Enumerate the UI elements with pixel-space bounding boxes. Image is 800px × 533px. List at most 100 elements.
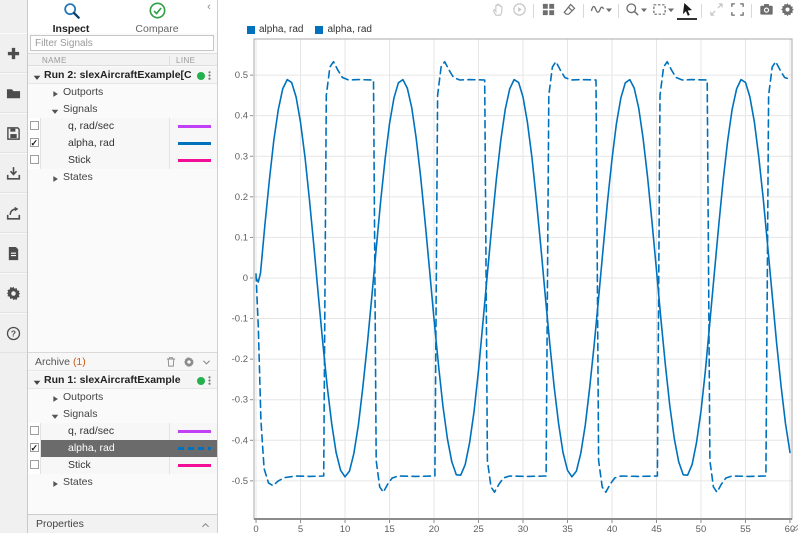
tree-group-row[interactable]: Signals <box>28 101 217 118</box>
archive-header[interactable]: Archive (1) <box>28 352 217 371</box>
svg-text:25: 25 <box>473 524 484 533</box>
signal-row[interactable]: q, rad/sec <box>28 118 217 135</box>
replay-icon <box>509 2 529 20</box>
pan-hand-icon <box>488 2 508 20</box>
run-header-row[interactable]: Run 2: slexAircraftExample[Current] <box>28 67 217 84</box>
signal-checkbox[interactable] <box>30 155 39 164</box>
signal-line-swatch <box>178 125 211 128</box>
tree-group-row[interactable]: States <box>28 169 217 186</box>
signal-line-swatch <box>178 447 211 450</box>
collapse-panel-icon[interactable]: ‹ <box>203 1 215 13</box>
caret-collapsed-icon[interactable] <box>50 88 60 98</box>
properties-bar[interactable]: Properties <box>28 514 217 533</box>
dropdown-caret-icon <box>668 4 674 16</box>
svg-text:35: 35 <box>562 524 573 533</box>
layout-grid-icon[interactable] <box>538 2 558 20</box>
signal-wave-icon[interactable] <box>588 2 614 20</box>
signal-label: Stick <box>68 152 91 169</box>
svg-text:?: ? <box>11 328 16 338</box>
column-line: LINE <box>169 56 195 65</box>
archive-count: (1) <box>73 356 86 368</box>
toolbar-separator <box>751 4 752 18</box>
settings-gear-icon[interactable] <box>777 2 797 20</box>
signal-checkbox[interactable] <box>30 426 39 435</box>
tree-group-row[interactable]: States <box>28 474 217 491</box>
signal-line-swatch <box>178 464 211 467</box>
svg-text:-0.1: -0.1 <box>232 314 248 325</box>
tab-compare[interactable]: Compare <box>114 0 200 33</box>
toolbar-separator <box>583 4 584 18</box>
filter-signals-input[interactable] <box>30 35 214 51</box>
eraser-icon[interactable] <box>559 2 579 20</box>
add-icon[interactable] <box>0 33 27 73</box>
caret-expanded-icon[interactable] <box>32 376 42 386</box>
signal-browser-panel: Inspect Compare ‹ NAME LINE Run 2: slexA… <box>28 0 218 533</box>
open-folder-icon[interactable] <box>0 73 27 113</box>
signal-row[interactable]: ✓ alpha, rad <box>28 440 217 457</box>
signal-row[interactable]: Stick <box>28 457 217 474</box>
signal-plot[interactable]: 0510152025303540455055600.50.40.30.20.10… <box>219 22 800 533</box>
caret-collapsed-icon[interactable] <box>50 393 60 403</box>
tree-group-row[interactable]: Outports <box>28 389 217 406</box>
signal-row[interactable]: Stick <box>28 152 217 169</box>
run-title: Run 1: slexAircraftExample <box>44 372 191 389</box>
signal-checkbox[interactable] <box>30 460 39 469</box>
svg-text:0.5: 0.5 <box>235 70 248 81</box>
svg-text:-0.2: -0.2 <box>232 354 248 365</box>
svg-text:-0.5: -0.5 <box>232 476 248 487</box>
zoom-icon[interactable] <box>623 2 649 20</box>
group-label: States <box>63 474 93 491</box>
signal-row[interactable]: ✓ alpha, rad <box>28 135 217 152</box>
group-label: Outports <box>63 389 103 406</box>
svg-text:0: 0 <box>253 524 258 533</box>
export-icon[interactable] <box>0 193 27 233</box>
run2-tree: Run 2: slexAircraftExample[Current] Outp… <box>28 67 217 186</box>
compare-check-icon <box>149 2 166 22</box>
dropdown-caret-icon <box>606 4 612 16</box>
svg-text:15: 15 <box>384 524 395 533</box>
caret-expanded-icon[interactable] <box>50 105 60 115</box>
signal-checkbox[interactable]: ✓ <box>30 138 39 147</box>
svg-text:50: 50 <box>696 524 707 533</box>
help-icon[interactable]: ? <box>0 313 27 353</box>
left-toolstrip: ? <box>0 0 28 533</box>
import-icon[interactable] <box>0 153 27 193</box>
svg-text:30: 30 <box>518 524 529 533</box>
caret-expanded-icon[interactable] <box>50 410 60 420</box>
run-header-row[interactable]: Run 1: slexAircraftExample <box>28 372 217 389</box>
tree-group-row[interactable]: Signals <box>28 406 217 423</box>
run-title: Run 2: slexAircraftExample[Current] <box>44 67 191 84</box>
resize-grip[interactable] <box>791 524 799 532</box>
fit-to-view-icon[interactable] <box>650 2 676 20</box>
tree-group-row[interactable]: Outports <box>28 84 217 101</box>
toolbar-separator <box>618 4 619 18</box>
report-icon[interactable] <box>0 233 27 273</box>
svg-text:10: 10 <box>340 524 351 533</box>
archive-label: Archive <box>35 356 70 368</box>
fullscreen-icon[interactable] <box>727 2 747 20</box>
toolbar-separator <box>533 4 534 18</box>
toolbar-separator <box>701 4 702 18</box>
run1-tree: Run 1: slexAircraftExample Outports Sign… <box>28 372 217 491</box>
signal-row[interactable]: q, rad/sec <box>28 423 217 440</box>
save-icon[interactable] <box>0 113 27 153</box>
signal-label: Stick <box>68 457 91 474</box>
caret-expanded-icon[interactable] <box>32 71 42 81</box>
group-label: Signals <box>63 406 97 423</box>
chart-toolbar <box>488 0 797 21</box>
caret-collapsed-icon[interactable] <box>50 173 60 183</box>
signal-checkbox[interactable] <box>30 121 39 130</box>
svg-text:45: 45 <box>651 524 662 533</box>
preferences-gear-icon[interactable] <box>0 273 27 313</box>
svg-text:0.2: 0.2 <box>235 192 248 203</box>
signal-checkbox[interactable]: ✓ <box>30 443 39 452</box>
svg-text:20: 20 <box>429 524 440 533</box>
tab-inspect[interactable]: Inspect <box>28 0 114 33</box>
signal-line-swatch <box>178 142 211 145</box>
dropdown-caret-icon <box>641 4 647 16</box>
group-label: Signals <box>63 101 97 118</box>
caret-collapsed-icon[interactable] <box>50 478 60 488</box>
camera-icon[interactable] <box>756 2 776 20</box>
signal-label: alpha, rad <box>68 135 115 152</box>
pointer-tool-icon[interactable] <box>677 2 697 20</box>
